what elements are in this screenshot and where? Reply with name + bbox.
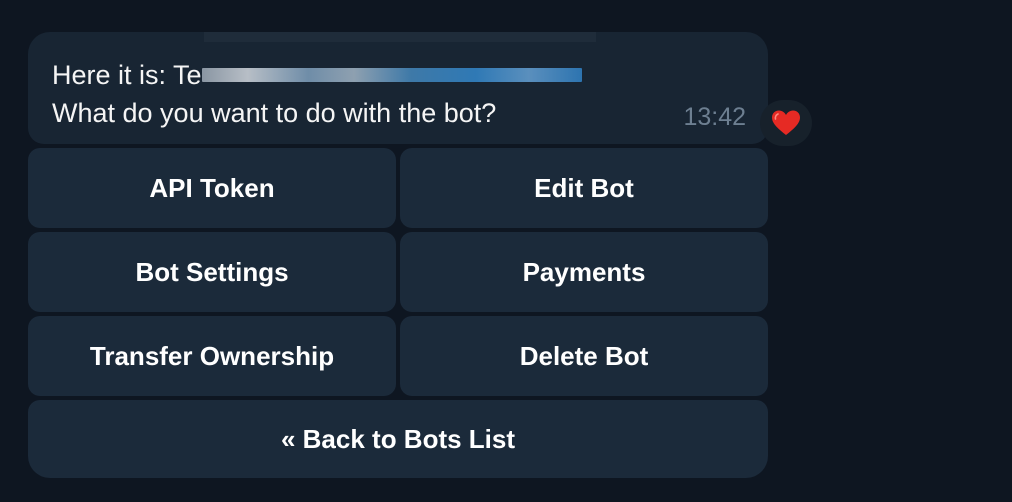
message-line-2: What do you want to do with the bot?	[52, 98, 497, 128]
message-text: Here it is: Te What do you want to do wi…	[52, 56, 582, 132]
reaction-badge[interactable]	[760, 100, 812, 146]
redacted-bot-link	[201, 67, 582, 82]
back-to-bots-list-button[interactable]: « Back to Bots List	[28, 400, 768, 478]
chat-view: Here it is: Te What do you want to do wi…	[0, 0, 1012, 502]
delete-bot-button[interactable]: Delete Bot	[400, 316, 768, 396]
message-line-1-prefix: Here it is: Te	[52, 60, 202, 90]
payments-button[interactable]: Payments	[400, 232, 768, 312]
message-line-1: Here it is: Te	[52, 56, 582, 94]
message-bubble[interactable]: Here it is: Te What do you want to do wi…	[28, 32, 768, 144]
heart-icon	[772, 110, 800, 135]
edit-bot-button[interactable]: Edit Bot	[400, 148, 768, 228]
redaction-strip	[204, 32, 596, 42]
message-time: 13:42	[683, 103, 746, 131]
api-token-button[interactable]: API Token	[28, 148, 396, 228]
transfer-ownership-button[interactable]: Transfer Ownership	[28, 316, 396, 396]
bot-settings-button[interactable]: Bot Settings	[28, 232, 396, 312]
